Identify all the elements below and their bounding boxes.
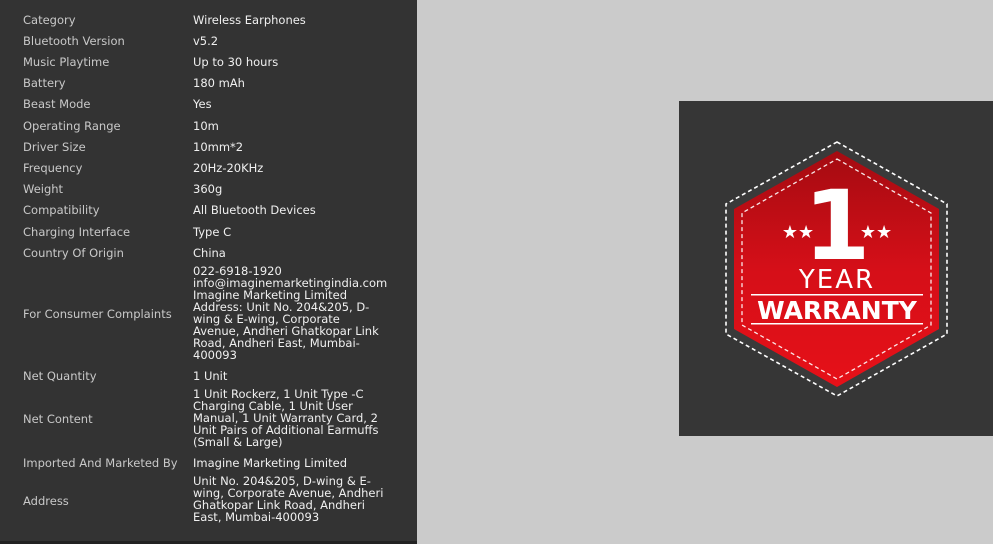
spec-label: Bluetooth Version <box>23 33 125 48</box>
badge-stars-right: ★★ <box>860 222 892 243</box>
spec-value: Unit No. 204&205, D-wing & E- wing, Corp… <box>193 474 384 524</box>
spec-row-frequency: Frequency 20Hz-20KHz <box>0 157 417 178</box>
warranty-badge: ★★ 1 ★★ YEAR WARRANTY <box>725 141 948 397</box>
spec-value: 10mm*2 <box>193 139 244 154</box>
spec-row-weight: Weight 360g <box>0 178 417 199</box>
spec-label: Charging Interface <box>23 224 131 239</box>
spec-value: 180 mAh <box>193 75 245 90</box>
spec-label: Beast Mode <box>23 96 91 111</box>
spec-label: For Consumer Complaints <box>23 307 172 321</box>
spec-label: Driver Size <box>23 139 86 154</box>
spec-value: Wireless Earphones <box>193 12 306 27</box>
spec-row-country-of-origin: Country Of Origin China <box>0 242 417 263</box>
badge-year-text: YEAR <box>798 265 875 295</box>
spec-value: Type C <box>193 224 232 239</box>
spec-row-consumer-complaints: For Consumer Complaints 022-6918-1920 in… <box>0 265 417 363</box>
spec-row-bluetooth-version: Bluetooth Version v5.2 <box>0 30 417 51</box>
spec-row-compatibility: Compatibility All Bluetooth Devices <box>0 199 417 220</box>
spec-label: Net Content <box>23 412 93 426</box>
spec-row-address: Address Unit No. 204&205, D-wing & E- wi… <box>0 475 417 527</box>
spec-row-net-content: Net Content 1 Unit Rockerz, 1 Unit Type … <box>0 388 417 450</box>
spec-label: Music Playtime <box>23 54 110 69</box>
spec-label: Country Of Origin <box>23 245 124 260</box>
badge-warranty-text: WARRANTY <box>757 296 918 325</box>
spec-value: All Bluetooth Devices <box>193 202 316 217</box>
spec-value: Up to 30 hours <box>193 54 279 69</box>
spec-value: 022-6918-1920 info@imaginemarketingindia… <box>193 264 388 362</box>
spec-label: Battery <box>23 75 66 90</box>
spec-label: Frequency <box>23 160 83 175</box>
badge-rule-bottom <box>751 323 923 325</box>
spec-row-battery: Battery 180 mAh <box>0 72 417 93</box>
spec-label: Imported And Marketed By <box>23 455 178 470</box>
spec-label: Net Quantity <box>23 368 97 383</box>
spec-label: Weight <box>23 181 64 196</box>
spec-row-imported-by: Imported And Marketed By Imagine Marketi… <box>0 452 417 473</box>
spec-value: Yes <box>193 96 212 111</box>
spec-row-music-playtime: Music Playtime Up to 30 hours <box>0 51 417 72</box>
spec-label: Compatibility <box>23 202 100 217</box>
spec-value: Imagine Marketing Limited <box>193 455 348 470</box>
spec-value: China <box>193 245 226 260</box>
spec-value: 1 Unit <box>193 368 228 383</box>
spec-value: 360g <box>193 181 223 196</box>
spec-row-beast-mode: Beast Mode Yes <box>0 93 417 114</box>
spec-row-operating-range: Operating Range 10m <box>0 115 417 136</box>
spec-value: 20Hz-20KHz <box>193 160 264 175</box>
warranty-badge-card: ★★ 1 ★★ YEAR WARRANTY <box>679 101 993 436</box>
spec-value: 10m <box>193 118 219 133</box>
spec-row-net-quantity: Net Quantity 1 Unit <box>0 365 417 386</box>
spec-label: Operating Range <box>23 118 121 133</box>
spec-row-charging-interface: Charging Interface Type C <box>0 221 417 242</box>
spec-row-driver-size: Driver Size 10mm*2 <box>0 136 417 157</box>
spec-label: Category <box>23 12 76 27</box>
spec-value: v5.2 <box>193 33 219 48</box>
spec-label: Address <box>23 494 69 508</box>
spec-value: 1 Unit Rockerz, 1 Unit Type -C Charging … <box>193 387 379 449</box>
specifications-table: Category Wireless Earphones Bluetooth Ve… <box>0 0 417 544</box>
spec-row-category: Category Wireless Earphones <box>0 9 417 30</box>
